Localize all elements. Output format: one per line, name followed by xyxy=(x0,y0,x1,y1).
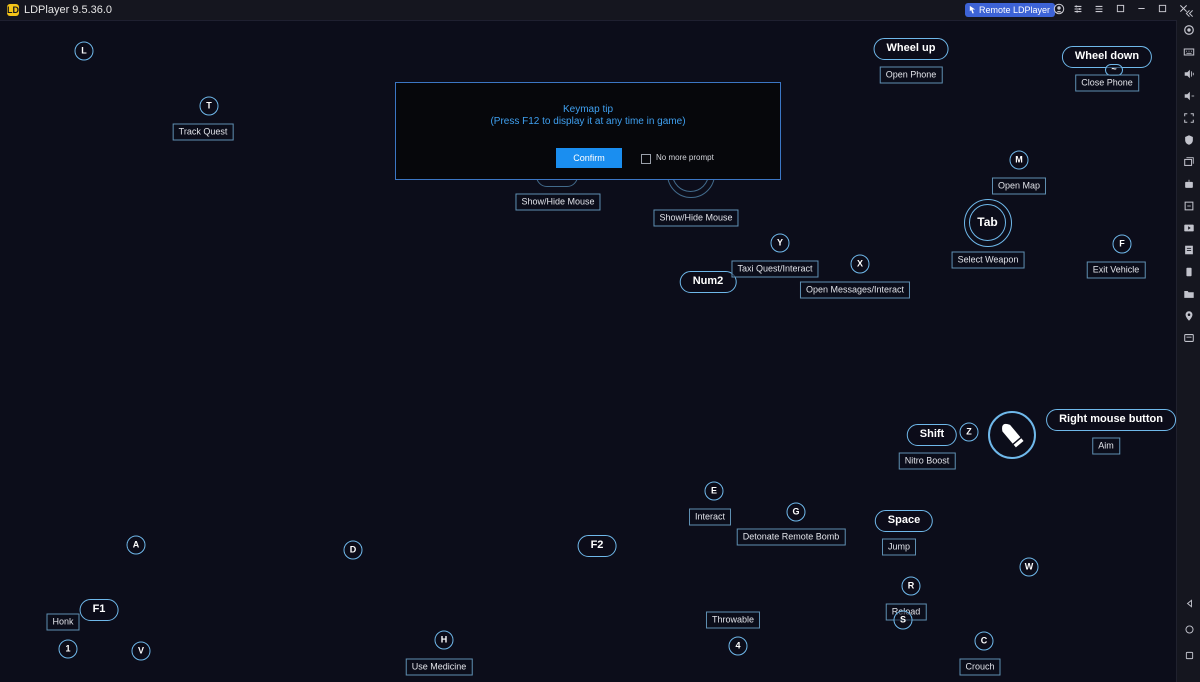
key-tab-label: Tab xyxy=(969,204,1006,241)
key-num2[interactable]: Num2 xyxy=(679,271,737,293)
minimize-icon[interactable] xyxy=(1134,3,1148,17)
volume-up-icon[interactable] xyxy=(1182,68,1196,82)
menu-icon[interactable] xyxy=(1092,3,1106,17)
remote-icon xyxy=(969,5,976,14)
keymap-tip-subtitle: (Press F12 to display it at any time in … xyxy=(490,116,686,127)
folder-icon[interactable] xyxy=(1182,288,1196,302)
remote-ldplayer-label: Remote LDPlayer xyxy=(979,5,1051,15)
no-more-prompt-checkbox[interactable] xyxy=(641,154,651,164)
key-m[interactable]: M xyxy=(1009,150,1029,170)
label-detonate-remote-bomb: Detonate Remote Bomb xyxy=(736,528,846,546)
label-use-medicine: Use Medicine xyxy=(405,658,473,676)
key-x[interactable]: X xyxy=(850,254,870,274)
bullet-icon xyxy=(1002,423,1024,448)
remote-ldplayer-button[interactable]: Remote LDPlayer xyxy=(965,3,1056,17)
key-s[interactable]: S xyxy=(893,610,913,630)
key-f1[interactable]: F1 xyxy=(79,599,119,621)
sync-icon[interactable] xyxy=(1182,200,1196,214)
video-record-icon[interactable] xyxy=(1182,222,1196,236)
key-w[interactable]: W xyxy=(1019,557,1039,577)
label-crouch: Crouch xyxy=(959,658,1001,676)
label-show-hide-mouse-esc: Show/Hide Mouse xyxy=(515,193,601,211)
keymap-tip-title: Keymap tip xyxy=(562,104,614,115)
label-show-hide-mouse-ctrl: Show/Hide Mouse xyxy=(653,209,739,227)
label-throwable: Throwable xyxy=(705,611,761,629)
key-f[interactable]: F xyxy=(1112,234,1132,254)
keymap-tip-dialog: Keymap tip (Press F12 to display it at a… xyxy=(395,82,781,180)
label-jump: Jump xyxy=(881,538,917,556)
label-aim: Aim xyxy=(1092,437,1120,455)
recent-apps-icon[interactable] xyxy=(1182,650,1196,664)
ldplayer-logo-icon: LD xyxy=(7,4,19,16)
multi-instance-icon[interactable] xyxy=(1182,156,1196,170)
label-open-phone: Open Phone xyxy=(879,66,943,84)
label-nitro-boost: Nitro Boost xyxy=(898,452,956,470)
keyboard-mapping-icon[interactable] xyxy=(1182,24,1196,38)
confirm-button[interactable]: Confirm xyxy=(556,148,622,168)
shake-icon[interactable] xyxy=(1182,266,1196,280)
window-title: LDPlayer 9.5.36.0 xyxy=(24,4,113,16)
key-h[interactable]: H xyxy=(434,630,454,650)
label-track-quest: Track Quest xyxy=(172,123,234,141)
maximize-icon[interactable] xyxy=(1155,3,1169,17)
popout-icon[interactable] xyxy=(1113,3,1127,17)
home-icon[interactable] xyxy=(1182,624,1196,638)
key-1[interactable]: 1 xyxy=(58,639,78,659)
key-d[interactable]: D xyxy=(343,540,363,560)
account-icon[interactable] xyxy=(1052,3,1066,17)
key-wheel-up[interactable]: Wheel up xyxy=(873,38,949,60)
script-icon[interactable] xyxy=(1182,244,1196,258)
key-a[interactable]: A xyxy=(126,535,146,555)
key-y[interactable]: Y xyxy=(770,233,790,253)
label-taxi-quest: Taxi Quest/Interact xyxy=(731,260,819,278)
key-z[interactable]: Z xyxy=(959,422,979,442)
security-icon[interactable] xyxy=(1182,134,1196,148)
key-right-mouse-button[interactable]: Right mouse button xyxy=(1046,409,1176,431)
key-tab[interactable]: Tab xyxy=(964,199,1012,247)
key-e[interactable]: E xyxy=(704,481,724,501)
keyboard-icon[interactable] xyxy=(1182,46,1196,60)
location-icon[interactable] xyxy=(1182,310,1196,324)
label-open-messages: Open Messages/Interact xyxy=(799,281,911,299)
robot-icon[interactable] xyxy=(1182,178,1196,192)
key-g[interactable]: G xyxy=(786,502,806,522)
key-v[interactable]: V xyxy=(131,641,151,661)
key-space[interactable]: Space xyxy=(874,510,934,532)
more-tools-icon[interactable] xyxy=(1182,332,1196,346)
game-screen: L T M Y X F Z E G A D W R 1 V H 4 C Whee… xyxy=(0,20,1176,682)
screenshot-icon[interactable] xyxy=(1182,112,1196,126)
right-sidebar xyxy=(1176,10,1200,682)
fire-button[interactable] xyxy=(988,411,1036,459)
label-interact: Interact xyxy=(688,508,732,526)
key-shift[interactable]: Shift xyxy=(906,424,958,446)
key-f2[interactable]: F2 xyxy=(577,535,617,557)
key-l[interactable]: L xyxy=(74,41,94,61)
label-exit-vehicle: Exit Vehicle xyxy=(1086,261,1146,279)
settings-sliders-icon[interactable] xyxy=(1071,3,1085,17)
no-more-prompt-label: No more prompt xyxy=(656,153,714,162)
label-select-weapon: Select Weapon xyxy=(951,251,1025,269)
volume-down-icon[interactable] xyxy=(1182,90,1196,104)
key-t[interactable]: T xyxy=(199,96,219,116)
collapse-sidebar-icon[interactable] xyxy=(1182,8,1196,22)
label-open-map: Open Map xyxy=(991,177,1047,195)
title-bar: LD LDPlayer 9.5.36.0 Remote LDPlayer xyxy=(0,0,1200,21)
key-r[interactable]: R xyxy=(901,576,921,596)
back-icon[interactable] xyxy=(1182,598,1196,612)
label-honk: Honk xyxy=(46,613,80,631)
key-4[interactable]: 4 xyxy=(728,636,748,656)
key-c[interactable]: C xyxy=(974,631,994,651)
label-close-phone: Close Phone xyxy=(1075,74,1139,92)
